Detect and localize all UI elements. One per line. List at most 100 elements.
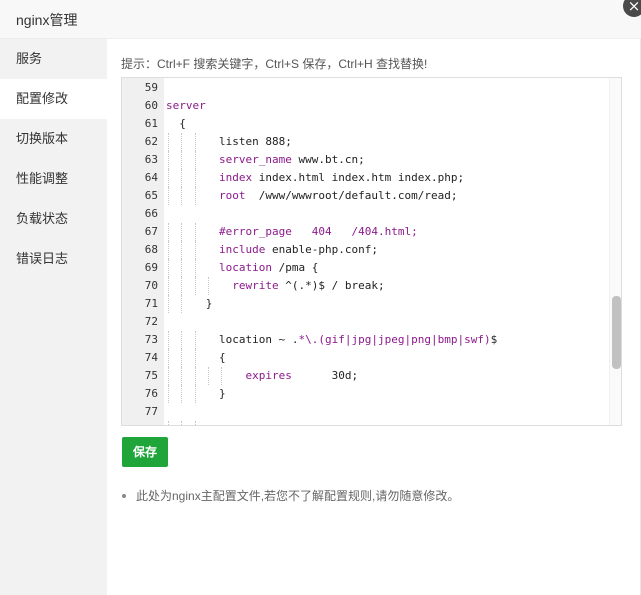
code-line[interactable]: 75 expires 30d;: [122, 367, 621, 385]
code-token: {: [179, 117, 186, 130]
code-text: }: [219, 385, 226, 403]
line-number: 73: [144, 333, 158, 346]
editor-scrollbar[interactable]: [609, 78, 621, 425]
sidebar-item-service[interactable]: 服务: [0, 39, 107, 79]
code-line[interactable]: 76}: [122, 385, 621, 403]
code-token: 30d;: [291, 369, 359, 382]
indent-guide: [181, 277, 183, 295]
line-number: 66: [144, 207, 158, 220]
code-line[interactable]: 64 index index.html index.htm index.php;: [122, 169, 621, 187]
scrollbar-thumb[interactable]: [612, 296, 621, 369]
indent-guide: [221, 367, 223, 385]
code-text: location /pma {: [219, 259, 318, 277]
code-token: index.html index.htm index.php;: [252, 171, 465, 184]
line-number: 74: [144, 351, 158, 364]
code-line[interactable]: 73 location ~ .*\.(gif|jpg|jpeg|png|bmp|s…: [122, 331, 621, 349]
sidebar: 服务 配置修改 切换版本 性能调整 负载状态 错误日志: [0, 39, 107, 595]
indent-guide: [181, 133, 183, 151]
code-keyword: include: [219, 243, 266, 256]
line-number: 71: [144, 297, 158, 310]
code-line[interactable]: 77: [122, 403, 621, 421]
indent-guide: [181, 331, 183, 349]
indent-guide: [168, 241, 169, 259]
indent-guide: [194, 385, 196, 403]
indent-guide: [168, 223, 169, 241]
code-keyword: location: [219, 261, 273, 274]
indent-guide: [168, 367, 169, 385]
code-token: location ~ .: [219, 333, 299, 346]
config-editor[interactable]: 59 60 server 61 {62 listen 888; 63 server_name …: [121, 77, 622, 426]
indent-guide: [194, 421, 196, 425]
line-number: 59: [144, 81, 158, 94]
indent-guide: [194, 241, 196, 259]
code-text: index index.html index.htm index.php;: [219, 169, 464, 187]
sidebar-item-error-log[interactable]: 错误日志: [0, 239, 107, 279]
code-comment: #error_page 404 /404.html;: [219, 225, 418, 238]
indent-guide: [181, 259, 183, 277]
line-number: 63: [144, 153, 158, 166]
code-line[interactable]: 65 root /www/wwwroot/default.com/read;: [122, 187, 621, 205]
code-line[interactable]: 59: [122, 79, 621, 97]
code-keyword: index: [219, 171, 253, 184]
indent-guide: [207, 277, 209, 295]
code-line[interactable]: 78 location ~ .*\.(js|css)?$: [122, 421, 621, 425]
line-number: 72: [144, 315, 158, 328]
sidebar-item-performance[interactable]: 性能调整: [0, 159, 107, 199]
indent-guide: [168, 187, 169, 205]
indent-guide: [181, 295, 183, 313]
code-text: {: [219, 349, 226, 367]
code-line[interactable]: 68 include enable-php.conf;: [122, 241, 621, 259]
note-text: 此处为nginx主配置文件,若您不了解配置规则,请勿随意修改。: [136, 489, 460, 503]
code-line[interactable]: 70 rewrite ^(.*)$ / break;: [122, 277, 621, 295]
indent-guide: [168, 151, 169, 169]
line-number: 61: [144, 117, 158, 130]
indent-guide: [181, 223, 183, 241]
indent-guide: [168, 331, 169, 349]
line-number: 68: [144, 243, 158, 256]
line-number: 64: [144, 171, 158, 184]
code-line[interactable]: 63 server_name www.bt.cn;: [122, 151, 621, 169]
indent-guide: [194, 133, 196, 151]
indent-guide: [194, 277, 196, 295]
code-keyword: *\.(gif|jpg|jpeg|png|bmp|swf): [298, 333, 491, 346]
indent-guide: [181, 385, 183, 403]
line-number: 77: [144, 405, 158, 418]
code-line[interactable]: 72: [122, 313, 621, 331]
indent-guide: [194, 367, 196, 385]
code-keyword: server: [166, 99, 206, 112]
code-line[interactable]: 66: [122, 205, 621, 223]
indent-guide: [207, 367, 209, 385]
code-line[interactable]: 62 listen 888;: [122, 133, 621, 151]
save-button[interactable]: 保存: [122, 437, 168, 467]
indent-guide: [181, 151, 183, 169]
code-text: #error_page 404 /404.html;: [219, 223, 418, 241]
indent-guide: [168, 421, 169, 425]
indent-guide: [194, 151, 196, 169]
code-token: ^(.*)$ / break;: [278, 279, 385, 292]
title-bar[interactable]: nginx管理: [0, 0, 641, 39]
code-text: }: [206, 295, 213, 313]
sidebar-item-load-status[interactable]: 负载状态: [0, 199, 107, 239]
code-token: location ~ .*\.(js|css)?$: [219, 423, 385, 425]
line-number: 76: [144, 387, 158, 400]
indent-guide: [168, 133, 169, 151]
code-keyword: rewrite: [232, 279, 279, 292]
indent-guide: [181, 187, 183, 205]
code-token: enable-php.conf;: [265, 243, 378, 256]
line-number: 75: [144, 369, 158, 382]
indent-guide: [181, 421, 183, 425]
line-number: 70: [144, 279, 158, 292]
code-line[interactable]: 60 server: [122, 97, 621, 115]
sidebar-item-switch-version[interactable]: 切换版本: [0, 119, 107, 159]
code-line[interactable]: 67 #error_page 404 /404.html;: [122, 223, 621, 241]
code-line[interactable]: 71}: [122, 295, 621, 313]
nginx-dialog: nginx管理 × 服务 配置修改 切换版本 性能调整 负载状态 错误日志 提示…: [0, 0, 641, 595]
code-lines[interactable]: 59 60 server 61 {62 listen 888; 63 server_name …: [122, 79, 621, 425]
code-line[interactable]: 69 location /pma {: [122, 259, 621, 277]
code-line[interactable]: 74 {: [122, 349, 621, 367]
sidebar-item-config-edit[interactable]: 配置修改: [0, 79, 107, 119]
line-number: 67: [144, 225, 158, 238]
code-line[interactable]: 61 {: [122, 115, 621, 133]
code-keyword: server_name: [219, 153, 292, 166]
code-text: include enable-php.conf;: [219, 241, 378, 259]
